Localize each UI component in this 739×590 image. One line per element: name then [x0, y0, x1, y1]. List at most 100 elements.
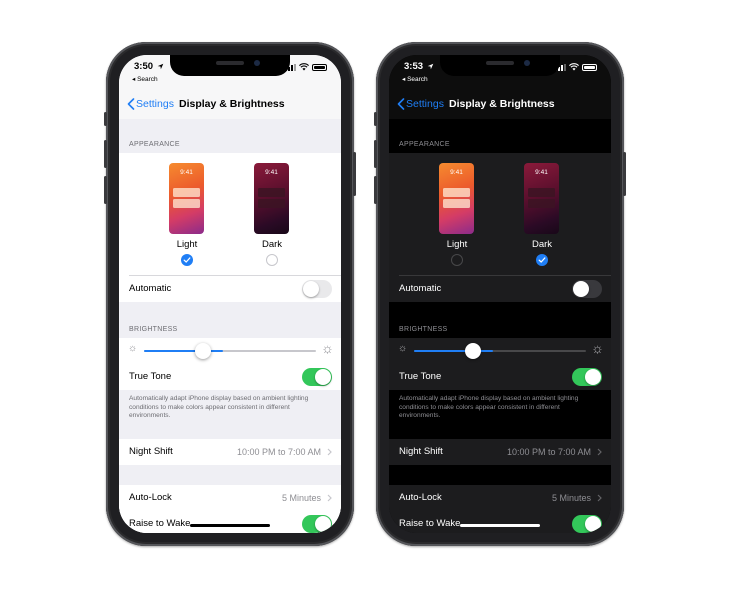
brightness-header: BRIGHTNESS	[129, 326, 178, 333]
true-tone-label: True Tone	[129, 371, 172, 382]
mute-switch	[104, 112, 107, 126]
brightness-header: BRIGHTNESS	[399, 326, 448, 333]
volume-up-button	[374, 140, 377, 168]
dark-option-radio[interactable]	[536, 254, 548, 266]
brightness-group: ☼ ☼ True Tone	[119, 338, 341, 390]
night-shift-value: 10:00 PM to 7:00 AM	[236, 447, 321, 457]
brightness-slider-row: ☼ ☼	[119, 338, 341, 364]
checkmark-icon	[538, 257, 546, 263]
brightness-fill	[144, 350, 223, 352]
preview-time: 9:41	[450, 169, 463, 176]
system-icons	[555, 63, 597, 71]
brightness-slider[interactable]	[414, 350, 586, 352]
navigation-bar: Settings Display & Brightness	[389, 89, 611, 119]
light-option-radio[interactable]	[451, 254, 463, 266]
auto-lock-label: Auto-Lock	[129, 492, 172, 503]
raise-to-wake-row: Raise to Wake	[389, 511, 611, 533]
appearance-header: APPEARANCE	[399, 141, 450, 148]
night-shift-group: Night Shift 10:00 PM to 7:00 AM	[389, 439, 611, 465]
true-tone-toggle[interactable]	[572, 368, 602, 386]
side-button	[353, 152, 356, 196]
appearance-group: 9:41 Light 9:41 Dark Automatic	[119, 153, 341, 302]
raise-to-wake-toggle[interactable]	[572, 515, 602, 533]
chevron-left-icon	[127, 98, 135, 110]
true-tone-description: Automatically adapt iPhone display based…	[399, 395, 579, 420]
brightness-group: ☼ ☼ True Tone	[389, 338, 611, 390]
night-shift-label: Night Shift	[399, 446, 443, 457]
page-title: Display & Brightness	[449, 98, 555, 110]
automatic-label: Automatic	[399, 283, 442, 294]
appearance-header: APPEARANCE	[129, 141, 180, 148]
brightness-slider-knob[interactable]	[465, 343, 481, 359]
automatic-toggle[interactable]	[302, 280, 332, 298]
preview-time: 9:41	[265, 169, 278, 176]
dark-mode-preview[interactable]: 9:41	[524, 163, 559, 234]
dark-mode-preview[interactable]: 9:41	[254, 163, 289, 234]
true-tone-row: True Tone	[389, 364, 611, 390]
raise-to-wake-toggle[interactable]	[302, 515, 332, 533]
wifi-icon	[299, 63, 309, 71]
page-title: Display & Brightness	[179, 98, 285, 110]
auto-lock-value: 5 Minutes	[551, 493, 591, 503]
brightness-slider[interactable]	[144, 350, 316, 352]
true-tone-toggle[interactable]	[302, 368, 332, 386]
notch	[170, 55, 290, 76]
automatic-row: Automatic	[389, 276, 611, 302]
brightness-slider-knob[interactable]	[195, 343, 211, 359]
auto-lock-row[interactable]: Auto-Lock 5 Minutes	[389, 485, 611, 511]
notch	[440, 55, 560, 76]
light-option-label[interactable]: Light	[157, 239, 217, 250]
back-to-app-link[interactable]: ◂ Search	[402, 75, 428, 83]
sun-small-icon: ☼	[128, 343, 138, 354]
dark-option-radio[interactable]	[266, 254, 278, 266]
screen: 3:53 ◂ Search Settings Display & Brightn…	[389, 55, 611, 533]
iphone-light-mode: 3:50 ◂ Search Settings Display & Brightn…	[104, 42, 356, 546]
status-time: 3:53	[404, 61, 424, 72]
light-option-radio[interactable]	[181, 254, 193, 266]
location-arrow-icon	[157, 63, 164, 70]
battery-icon	[582, 63, 597, 71]
night-shift-value: 10:00 PM to 7:00 AM	[506, 447, 591, 457]
light-mode-preview[interactable]: 9:41	[439, 163, 474, 234]
light-option-label[interactable]: Light	[427, 239, 487, 250]
volume-down-button	[374, 176, 377, 204]
back-label: Settings	[406, 98, 444, 110]
automatic-toggle[interactable]	[572, 280, 602, 298]
chevron-right-icon	[597, 494, 602, 502]
auto-lock-label: Auto-Lock	[399, 492, 442, 503]
back-to-app-link[interactable]: ◂ Search	[132, 75, 158, 83]
dark-option-label[interactable]: Dark	[512, 239, 572, 250]
night-shift-row[interactable]: Night Shift 10:00 PM to 7:00 AM	[119, 439, 341, 465]
preview-time: 9:41	[535, 169, 548, 176]
home-indicator[interactable]	[190, 524, 270, 527]
wifi-icon	[569, 63, 579, 71]
raise-to-wake-label: Raise to Wake	[129, 518, 191, 529]
volume-up-button	[104, 140, 107, 168]
sun-large-icon: ☼	[321, 340, 334, 356]
chevron-right-icon	[597, 448, 602, 456]
settings-back-button[interactable]: Settings	[397, 98, 444, 110]
brightness-fill	[414, 350, 493, 352]
brightness-slider-row: ☼ ☼	[389, 338, 611, 364]
true-tone-label: True Tone	[399, 371, 442, 382]
auto-lock-row[interactable]: Auto-Lock 5 Minutes	[119, 485, 341, 511]
system-icons	[285, 63, 327, 71]
battery-icon	[312, 63, 327, 71]
auto-lock-value: 5 Minutes	[281, 493, 321, 503]
preview-time: 9:41	[180, 169, 193, 176]
settings-back-button[interactable]: Settings	[127, 98, 174, 110]
light-mode-preview[interactable]: 9:41	[169, 163, 204, 234]
status-time: 3:50	[134, 61, 154, 72]
location-arrow-icon	[427, 63, 434, 70]
navigation-bar: Settings Display & Brightness	[119, 89, 341, 119]
home-indicator[interactable]	[460, 524, 540, 527]
raise-to-wake-row: Raise to Wake	[119, 511, 341, 533]
dark-option-label[interactable]: Dark	[242, 239, 302, 250]
chevron-right-icon	[327, 448, 332, 456]
iphone-dark-mode: 3:53 ◂ Search Settings Display & Brightn…	[374, 42, 626, 546]
night-shift-row[interactable]: Night Shift 10:00 PM to 7:00 AM	[389, 439, 611, 465]
back-label: Settings	[136, 98, 174, 110]
side-button	[623, 152, 626, 196]
automatic-label: Automatic	[129, 283, 172, 294]
night-shift-group: Night Shift 10:00 PM to 7:00 AM	[119, 439, 341, 465]
